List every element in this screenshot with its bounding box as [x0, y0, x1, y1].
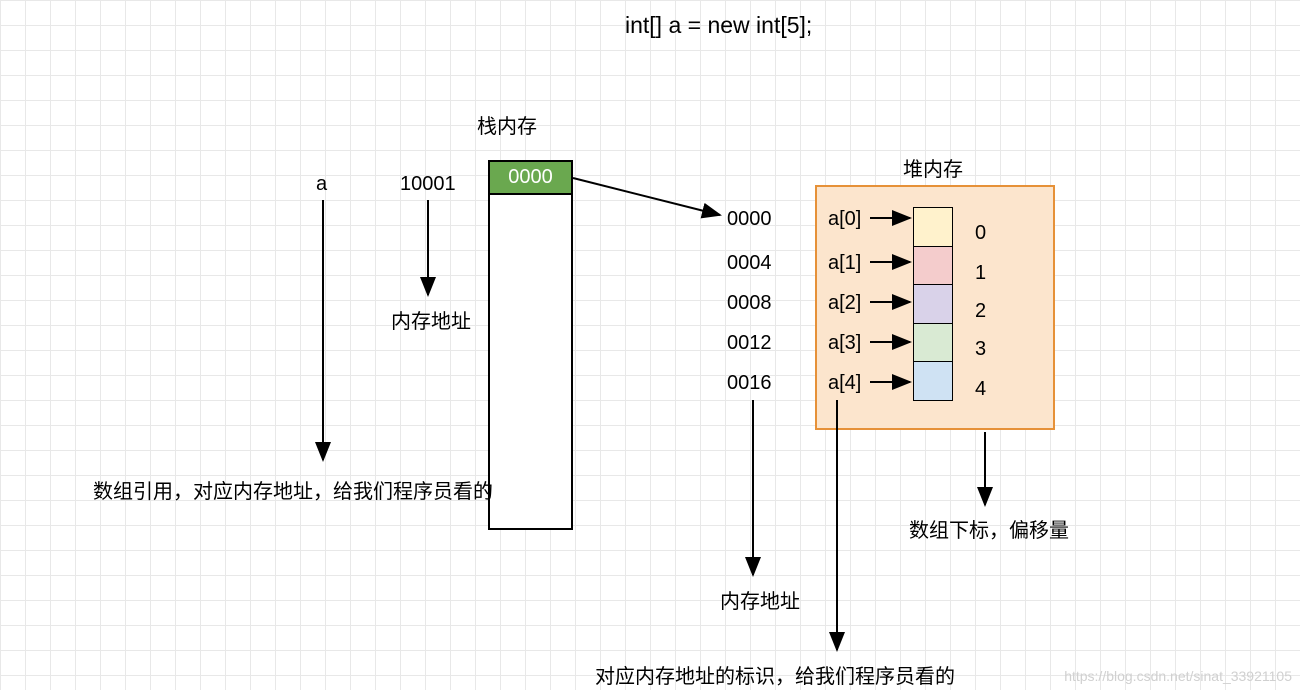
heap-id-1: a[1] — [828, 252, 861, 275]
arrows-layer — [0, 0, 1300, 690]
stack-memory-box — [488, 160, 573, 530]
reference-note: 数组引用，对应内存地址，给我们程序员看的 — [93, 475, 493, 504]
heap-id-3: a[3] — [828, 332, 861, 355]
heap-cells — [913, 207, 953, 400]
heap-addr-0: 0000 — [727, 208, 772, 231]
heap-idx-3: 3 — [975, 338, 986, 361]
stack-label: 栈内存 — [477, 110, 537, 139]
index-note: 数组下标，偏移量 — [909, 514, 1069, 543]
heap-id-0: a[0] — [828, 208, 861, 231]
stack-top-cell: 0000 — [488, 160, 573, 195]
heap-addr-2: 0008 — [727, 292, 772, 315]
heap-cell-1 — [913, 246, 953, 286]
heap-cell-2 — [913, 284, 953, 324]
watermark: https://blog.csdn.net/sinat_33921105 — [1064, 668, 1292, 684]
heap-idx-2: 2 — [975, 300, 986, 323]
heap-cell-0 — [913, 207, 953, 247]
code-title: int[] a = new int[5]; — [625, 12, 812, 39]
heap-addr-1: 0004 — [727, 252, 772, 275]
heap-idx-1: 1 — [975, 262, 986, 285]
heap-label: 堆内存 — [903, 153, 963, 182]
heap-addr-3: 0012 — [727, 332, 772, 355]
variable-name: a — [316, 173, 327, 196]
stack-address-note: 内存地址 — [391, 305, 471, 334]
heap-address-note: 内存地址 — [720, 585, 800, 614]
heap-addr-4: 0016 — [727, 372, 772, 395]
stack-value: 0000 — [508, 166, 553, 189]
heap-cell-4 — [913, 361, 953, 401]
stack-slot-address: 10001 — [400, 173, 456, 196]
heap-cell-3 — [913, 323, 953, 363]
heap-idx-4: 4 — [975, 378, 986, 401]
heap-idx-0: 0 — [975, 222, 986, 245]
identifier-note: 对应内存地址的标识，给我们程序员看的 — [595, 660, 955, 689]
heap-id-2: a[2] — [828, 292, 861, 315]
heap-id-4: a[4] — [828, 372, 861, 395]
